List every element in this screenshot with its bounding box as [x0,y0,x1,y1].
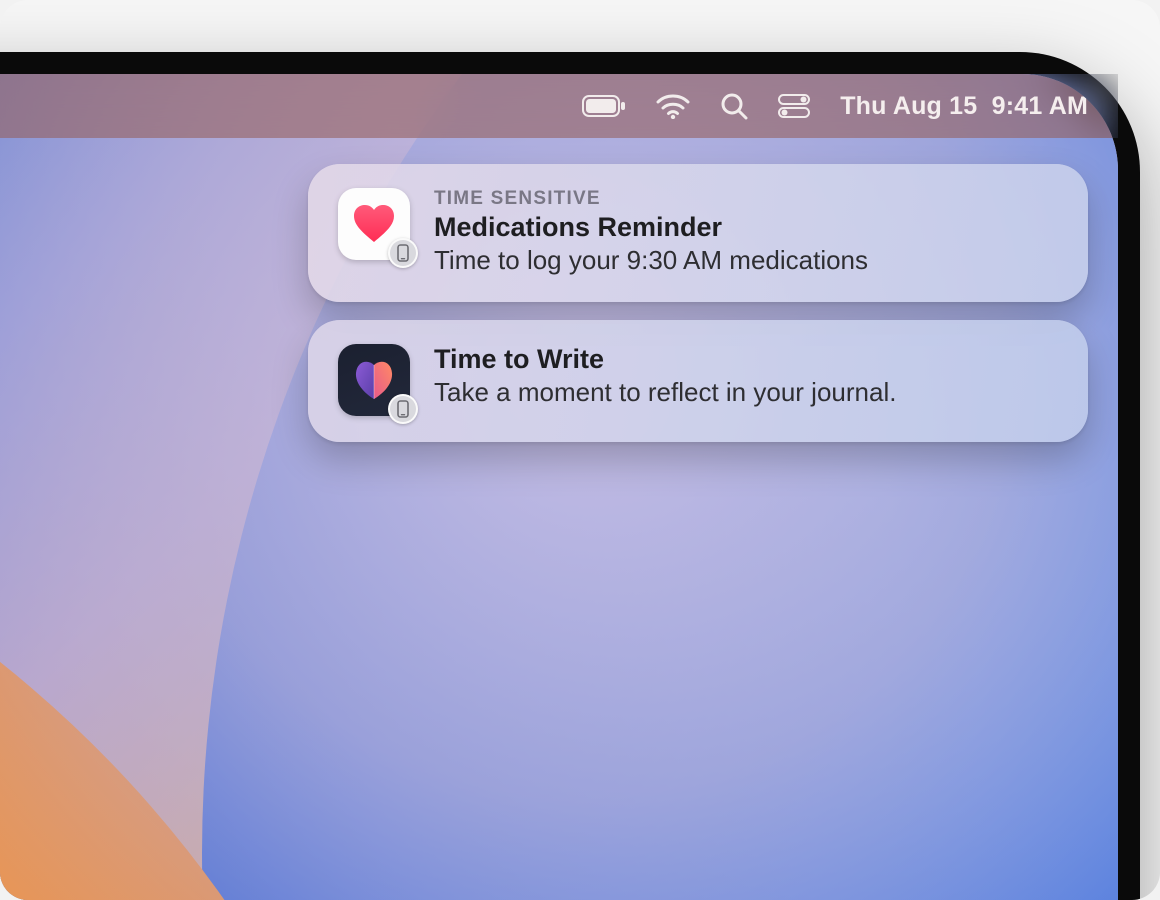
wifi-icon[interactable] [656,74,690,138]
notification-eyebrow: TIME SENSITIVE [434,188,1058,210]
product-shot-canvas: Thu Aug 15 9:41 AM [0,0,1160,900]
journal-app-icon [338,344,410,416]
battery-icon[interactable] [582,74,626,138]
notification-stack: TIME SENSITIVE Medications Reminder Time… [308,164,1088,442]
notification-journal[interactable]: Time to Write Take a moment to reflect i… [308,320,1088,442]
notification-title: Time to Write [434,344,1058,375]
notification-message: Time to log your 9:30 AM medications [434,245,1058,276]
notification-message: Take a moment to reflect in your journal… [434,377,1058,408]
control-center-icon[interactable] [778,74,810,138]
menu-bar-clock[interactable]: Thu Aug 15 9:41 AM [840,92,1088,121]
iphone-mirroring-badge-icon [388,394,418,424]
iphone-mirroring-badge-icon [388,238,418,268]
notification-title: Medications Reminder [434,212,1058,243]
notification-medications[interactable]: TIME SENSITIVE Medications Reminder Time… [308,164,1088,302]
health-app-icon [338,188,410,260]
spotlight-search-icon[interactable] [720,74,748,138]
notification-body: TIME SENSITIVE Medications Reminder Time… [434,188,1058,276]
menu-bar: Thu Aug 15 9:41 AM [0,74,1118,138]
notification-body: Time to Write Take a moment to reflect i… [434,344,1058,408]
laptop-bezel: Thu Aug 15 9:41 AM [0,52,1140,900]
laptop-screen: Thu Aug 15 9:41 AM [0,74,1118,900]
